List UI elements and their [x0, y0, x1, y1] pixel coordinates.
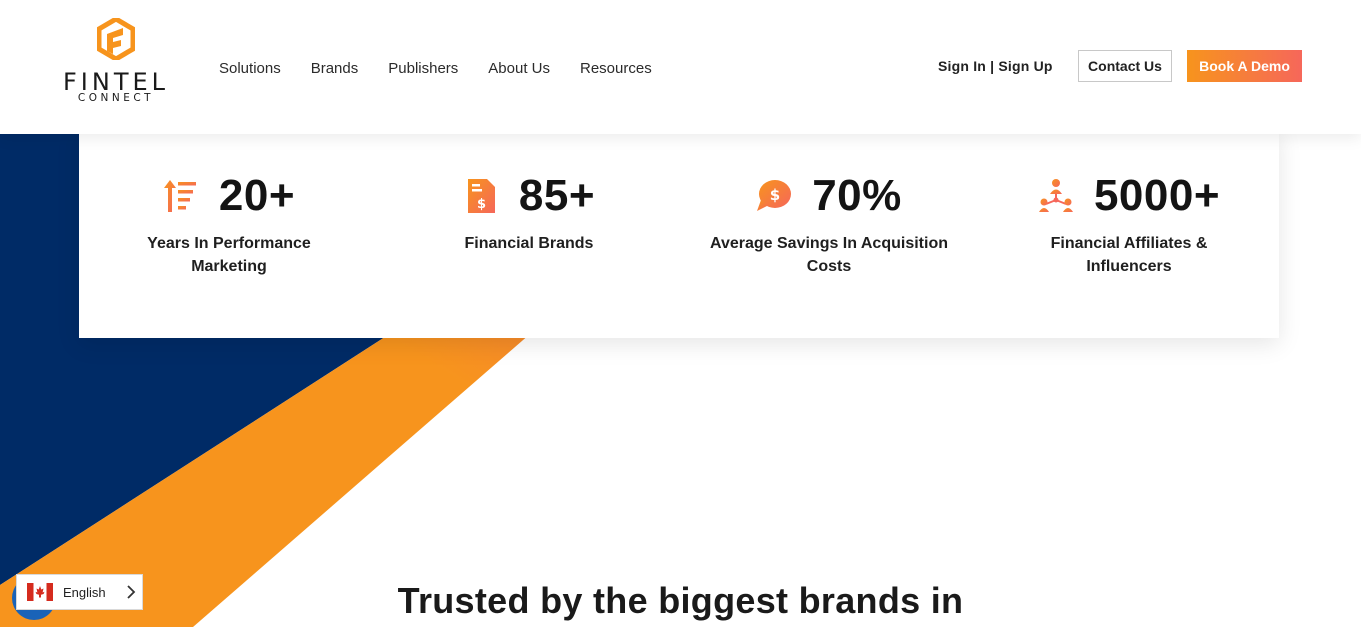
- trusted-brands-heading: Trusted by the biggest brands in: [397, 580, 964, 621]
- stat-value: 20+: [218, 171, 296, 220]
- stat-value: 85+: [518, 171, 596, 220]
- nav-item-resources[interactable]: Resources: [580, 60, 652, 77]
- chevron-right-icon: [120, 585, 142, 599]
- nav-item-solutions[interactable]: Solutions: [219, 60, 281, 77]
- stat-years: 20+ Years In Performance Marketing: [79, 128, 379, 338]
- main-nav: Solutions Brands Publishers About Us Res…: [219, 60, 682, 77]
- stat-label: Financial Brands: [464, 235, 594, 252]
- dollar-speech-bubble-icon: $: [757, 180, 792, 211]
- stat-affiliates: 5000+ Financial Affiliates & Influencers: [979, 128, 1279, 338]
- fintel-connect-logo[interactable]: FINTEL CONNECT: [54, 18, 178, 106]
- sort-ascending-icon: [163, 180, 196, 212]
- site-header: FINTEL CONNECT Solutions Brands Publishe…: [0, 0, 1361, 134]
- stat-label: Years In Performance Marketing: [147, 235, 311, 275]
- language-selector[interactable]: English: [16, 574, 143, 610]
- stat-label: Average Savings In Acquisition Costs: [710, 235, 948, 275]
- stats-card: 20+ Years In Performance Marketing $ 85+…: [79, 128, 1279, 338]
- svg-text:$: $: [477, 197, 486, 212]
- stat-value: 70%: [812, 171, 902, 220]
- book-demo-button[interactable]: Book A Demo: [1187, 50, 1302, 82]
- logo-subtitle: CONNECT: [77, 92, 155, 104]
- nav-item-brands[interactable]: Brands: [311, 60, 359, 77]
- stat-value: 5000+: [1093, 171, 1221, 220]
- svg-text:$: $: [770, 186, 780, 204]
- language-label: English: [63, 584, 106, 600]
- nav-item-about-us[interactable]: About Us: [488, 60, 550, 77]
- network-people-icon: [1038, 179, 1073, 212]
- fintel-logo-mark-icon: [97, 18, 135, 60]
- sign-in-link[interactable]: Sign In | Sign Up: [938, 58, 1053, 74]
- dollar-document-icon: $: [467, 179, 495, 213]
- stat-brands: $ 85+ Financial Brands: [379, 128, 679, 338]
- stat-savings: $ 70% Average Savings In Acquisition Cos…: [679, 128, 979, 338]
- stat-label: Financial Affiliates & Influencers: [1050, 235, 1208, 275]
- canada-flag-icon: [27, 583, 53, 601]
- nav-item-publishers[interactable]: Publishers: [388, 60, 458, 77]
- contact-us-button[interactable]: Contact Us: [1078, 50, 1172, 82]
